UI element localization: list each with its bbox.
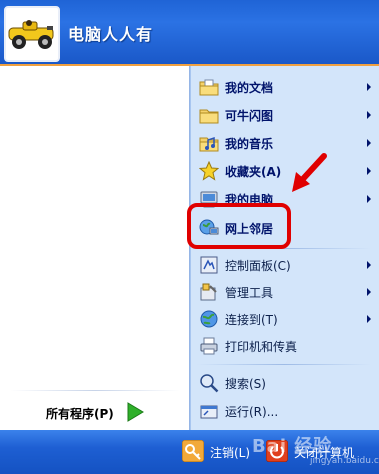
control-panel-icon: [200, 256, 218, 274]
menu-item-my-documents[interactable]: 我的文档: [191, 72, 379, 102]
menu-item-label: 运行(R)...: [225, 405, 279, 419]
highlight-box: [187, 203, 291, 249]
submenu-arrow-icon: [367, 111, 371, 119]
all-programs-button[interactable]: 所有程序(P): [0, 394, 189, 430]
race-car-icon: [8, 20, 54, 49]
submenu-arrow-icon: [367, 261, 371, 269]
star-icon: [199, 161, 219, 181]
menu-item-label: 连接到(T): [225, 313, 278, 327]
folder-icon: [199, 109, 219, 124]
submenu-arrow-icon: [367, 83, 371, 91]
music-folder-icon: [199, 136, 219, 152]
green-arrow-icon: [127, 402, 144, 422]
menu-item-label: 控制面板(C): [225, 259, 291, 273]
submenu-arrow-icon: [367, 139, 371, 147]
documents-folder-icon: [199, 79, 219, 96]
pinned-programs-pane: [0, 66, 190, 430]
menu-item-label: 打印机和传真: [225, 340, 298, 354]
menu-item-label: 搜索(S): [225, 377, 266, 391]
menu-item-label: 管理工具: [225, 286, 274, 300]
globe-icon: [200, 310, 218, 328]
all-programs-label: 所有程序(P): [46, 407, 114, 421]
logoff-label: 注销(L): [210, 446, 251, 460]
menu-item-my-music[interactable]: 我的音乐: [191, 128, 379, 158]
user-name: 电脑人人有: [68, 25, 154, 44]
menu-item-keniu[interactable]: 可牛闪图: [191, 100, 379, 130]
places-separator: [197, 364, 371, 365]
admin-tools-icon: [200, 283, 217, 301]
user-avatar[interactable]: [4, 6, 60, 62]
watermark: Bai 经验: [252, 436, 333, 457]
menu-item-run[interactable]: 运行(R)...: [191, 396, 379, 426]
search-icon: [200, 374, 219, 393]
watermark-url: jingyan.baidu.com: [310, 456, 379, 466]
menu-item-label: 可牛闪图: [225, 109, 274, 123]
menu-item-control-panel[interactable]: 控制面板(C): [191, 250, 379, 280]
menu-item-search[interactable]: 搜索(S): [191, 368, 379, 398]
submenu-arrow-icon: [367, 315, 371, 323]
start-menu: 电脑人人有 所有程序(P) 我的文档 可牛闪图 我的音乐 收藏夹(A) 我的电脑…: [0, 0, 379, 474]
left-separator: [10, 390, 180, 391]
logoff-button[interactable]: 注销(L): [182, 440, 262, 464]
menu-item-label: 我的文档: [225, 81, 274, 95]
start-menu-header: 电脑人人有: [0, 0, 379, 66]
printer-icon: [200, 337, 218, 355]
menu-item-label: 我的音乐: [225, 137, 274, 151]
menu-item-printers-faxes[interactable]: 打印机和传真: [191, 331, 379, 361]
menu-item-admin-tools[interactable]: 管理工具: [191, 277, 379, 307]
menu-item-label: 收藏夹(A): [225, 165, 282, 179]
key-icon: [182, 440, 204, 462]
submenu-arrow-icon: [367, 167, 371, 175]
submenu-arrow-icon: [367, 288, 371, 296]
submenu-arrow-icon: [367, 195, 371, 203]
run-icon: [200, 405, 218, 419]
menu-item-favorites[interactable]: 收藏夹(A): [191, 156, 379, 186]
menu-item-connect-to[interactable]: 连接到(T): [191, 304, 379, 334]
pointer-arrow-icon: [292, 153, 327, 192]
